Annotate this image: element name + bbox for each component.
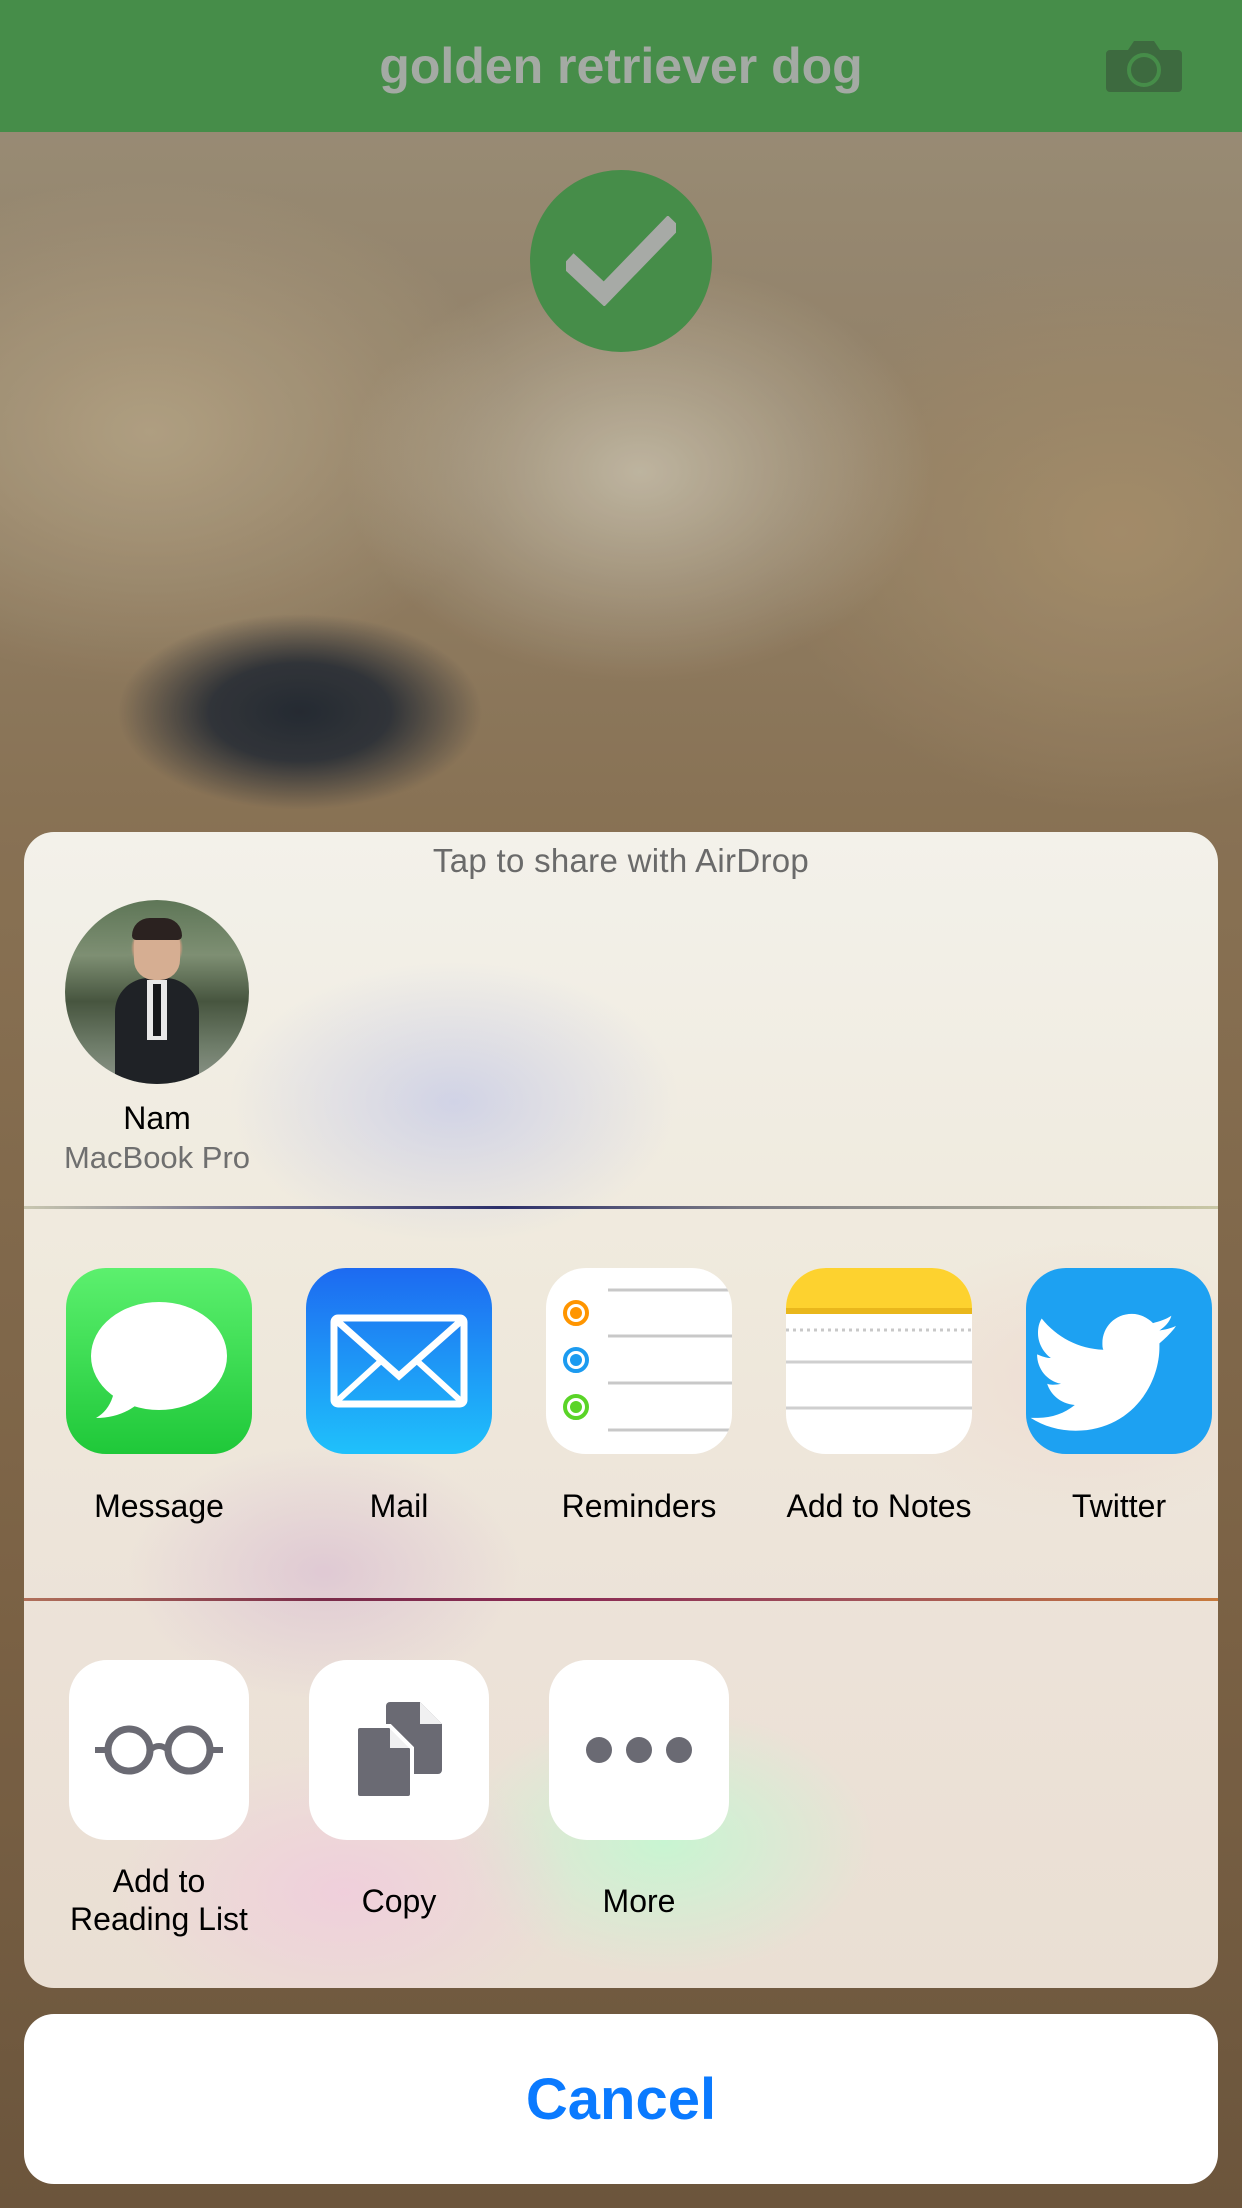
- action-label-reading-list: Add to Reading List: [70, 1863, 248, 1937]
- messages-icon[interactable]: [66, 1268, 252, 1454]
- more-icon: [586, 1737, 692, 1763]
- avatar[interactable]: [65, 900, 249, 1084]
- share-sheet: Tap to share with AirDrop Nam MacBook Pr…: [24, 832, 1218, 1988]
- action-label-more: More: [602, 1883, 676, 1919]
- divider: [24, 1206, 1218, 1209]
- add-to-reading-list-button[interactable]: [69, 1660, 249, 1840]
- reading-list-icon: [95, 1725, 223, 1775]
- reminders-icon[interactable]: [546, 1268, 732, 1454]
- copy-icon: [354, 1702, 442, 1800]
- twitter-icon[interactable]: [1026, 1268, 1212, 1454]
- action-label-copy: Copy: [361, 1883, 437, 1919]
- app-label-mail: Mail: [369, 1488, 429, 1524]
- app-label-reminders: Reminders: [561, 1488, 717, 1524]
- mail-icon[interactable]: [306, 1268, 492, 1454]
- divider: [24, 1598, 1218, 1601]
- copy-button[interactable]: [309, 1660, 489, 1840]
- page-title: golden retriever dog: [379, 38, 863, 94]
- airdrop-title: Tap to share with AirDrop: [432, 842, 810, 879]
- more-button[interactable]: [549, 1660, 729, 1840]
- app-label-message: Message: [94, 1488, 224, 1524]
- cancel-button[interactable]: Cancel: [24, 2014, 1218, 2184]
- device-name: Nam: [123, 1100, 191, 1136]
- checkmark-icon: [566, 216, 676, 306]
- navigation-bar: golden retriever dog: [0, 0, 1242, 132]
- notes-icon[interactable]: [786, 1268, 972, 1454]
- camera-icon[interactable]: [1106, 36, 1182, 94]
- checkmark-badge: [530, 170, 712, 352]
- device-type: MacBook Pro: [63, 1140, 251, 1175]
- app-label-twitter: Twitter: [1071, 1488, 1167, 1524]
- app-label-notes: Add to Notes: [786, 1488, 972, 1524]
